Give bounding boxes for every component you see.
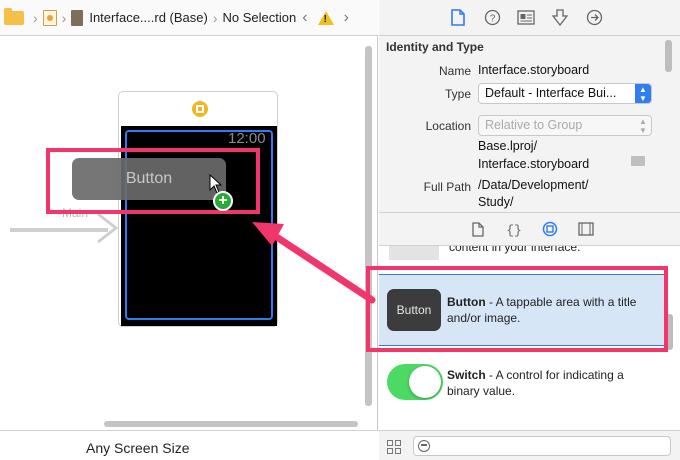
object-library-icon[interactable] xyxy=(541,220,559,238)
full-path-line2: Study/ xyxy=(478,195,514,209)
inspector-scrollbar[interactable] xyxy=(665,40,672,72)
popup-arrows-icon: ▲ ▼ xyxy=(639,117,647,135)
help-icon[interactable]: ? xyxy=(483,9,501,27)
scene-dock xyxy=(119,92,277,126)
location-label: Location xyxy=(425,119,471,133)
location-popup[interactable]: Relative to Group ▲ ▼ xyxy=(478,115,652,136)
entry-point-arrow-head xyxy=(97,212,119,244)
location-popup-value: Relative to Group xyxy=(485,118,583,132)
breadcrumb-selection[interactable]: No Selection xyxy=(223,10,297,25)
previous-item-thumbnail xyxy=(389,246,439,260)
type-label: Type xyxy=(444,87,471,101)
warning-glyph: ! xyxy=(323,13,327,25)
filter-icon xyxy=(418,440,430,452)
name-value: Interface.storyboard xyxy=(478,63,590,77)
warning-icon[interactable]: ! xyxy=(317,10,334,25)
svg-text:{}: {} xyxy=(507,223,521,237)
jump-bar: › › Interface....rd (Base) › No Selectio… xyxy=(0,0,378,36)
connections-inspector-icon[interactable] xyxy=(585,9,603,27)
library-filter-input[interactable] xyxy=(413,436,671,456)
file-template-library-icon[interactable] xyxy=(469,220,487,238)
library-tabs: {} xyxy=(379,212,680,246)
file-inspector-icon[interactable] xyxy=(449,9,467,27)
identity-inspector-icon[interactable] xyxy=(517,9,535,27)
media-library-icon[interactable] xyxy=(577,220,595,238)
full-path-label: Full Path xyxy=(423,180,471,194)
library-item-switch[interactable]: Switch - A control for indicating a bina… xyxy=(379,356,664,416)
inspector-tabs: ? xyxy=(379,0,680,36)
folder-icon[interactable] xyxy=(631,156,645,166)
full-path-line1: /Data/Development/ xyxy=(478,178,589,192)
back-icon[interactable]: ‹ xyxy=(302,9,307,27)
relative-path-line2: Interface.storyboard xyxy=(478,157,590,171)
attributes-inspector-icon[interactable] xyxy=(551,9,569,27)
chevron-right-icon: › xyxy=(33,9,38,26)
switch-item-name: Switch xyxy=(447,368,486,382)
size-class-label[interactable]: Any Screen Size xyxy=(86,440,190,456)
name-label: Name xyxy=(438,64,471,78)
svg-text:?: ? xyxy=(489,14,495,25)
entry-point-arrow-line xyxy=(10,228,108,232)
switch-item-description: Switch - A control for indicating a bina… xyxy=(447,367,657,399)
type-popup-value: Default - Interface Bui... xyxy=(485,86,617,100)
chevron-right-icon: › xyxy=(61,9,67,26)
folder-icon[interactable] xyxy=(4,7,24,25)
storyboard-icon xyxy=(71,9,84,26)
section-title: Identity and Type xyxy=(386,40,484,54)
utilities-panel: ? Identity and Type Name Interface.story… xyxy=(379,0,680,460)
previous-item-description: content in your interface. xyxy=(449,246,581,254)
watch-time: 12:00 xyxy=(228,130,266,147)
switch-thumbnail xyxy=(387,364,443,400)
interface-controller-icon[interactable] xyxy=(192,101,208,117)
code-snippet-library-icon[interactable]: {} xyxy=(505,220,523,238)
add-plus-icon: + xyxy=(213,191,233,211)
canvas-vertical-scrollbar[interactable] xyxy=(365,46,372,406)
library-filter-bar xyxy=(379,430,680,460)
forward-icon[interactable]: › xyxy=(344,9,349,27)
canvas-horizontal-scrollbar[interactable] xyxy=(104,421,358,427)
chevron-right-icon: › xyxy=(212,9,218,26)
grid-view-icon[interactable] xyxy=(387,440,401,454)
type-popup[interactable]: Default - Interface Bui... ▲ ▼ xyxy=(478,83,652,104)
breadcrumb-file[interactable]: Interface....rd (Base) xyxy=(89,10,208,25)
swift-file-icon[interactable] xyxy=(42,9,57,26)
relative-path-line1: Base.lproj/ xyxy=(478,139,538,153)
library-highlight-box xyxy=(366,266,668,352)
popup-arrows-icon: ▲ ▼ xyxy=(635,84,651,103)
